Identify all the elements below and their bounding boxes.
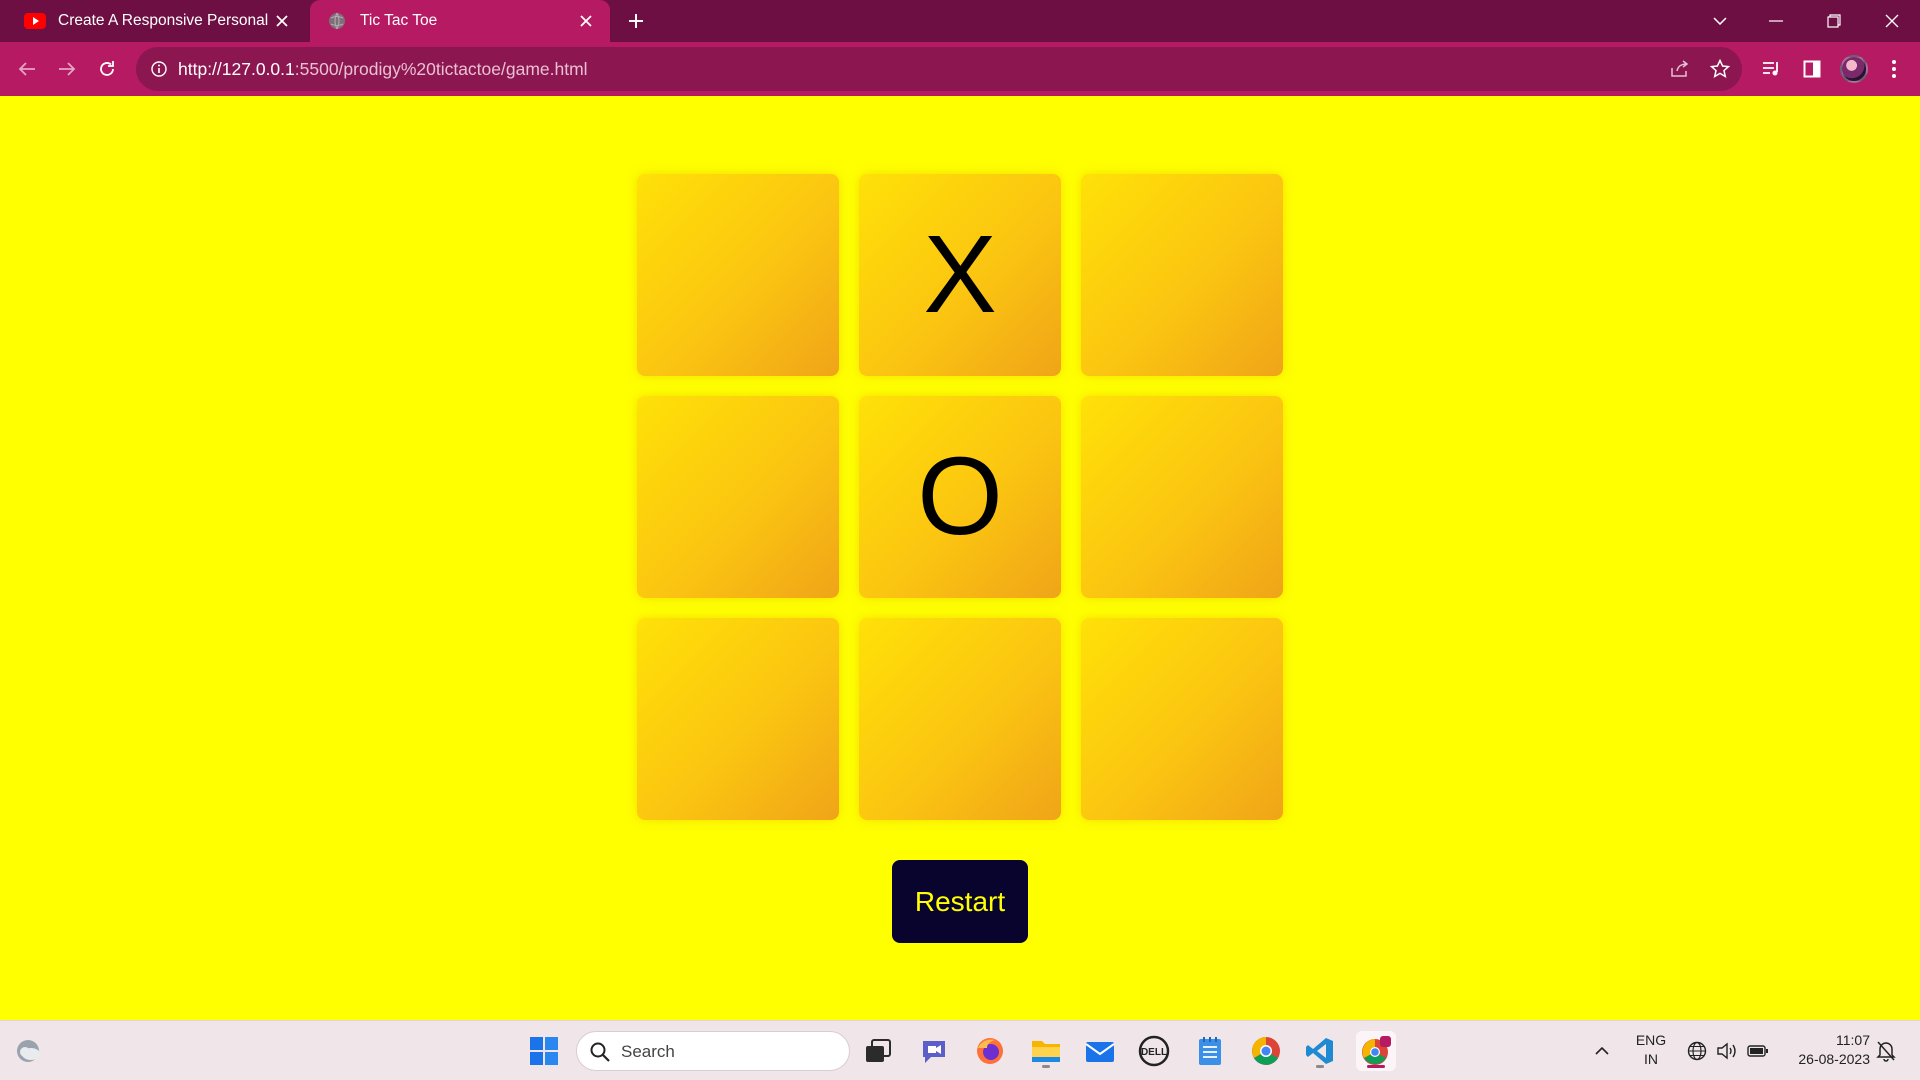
language-region: IN	[1644, 1051, 1658, 1067]
task-view-icon[interactable]	[858, 1031, 898, 1071]
show-hidden-icons-icon[interactable]	[1590, 1031, 1614, 1071]
reload-button[interactable]	[93, 55, 121, 83]
file-explorer-icon[interactable]	[1026, 1031, 1066, 1071]
running-indicator	[1367, 1065, 1385, 1068]
tab-search-button[interactable]	[1692, 0, 1748, 42]
clock-date: 26-08-2023	[1798, 1051, 1870, 1067]
mail-icon[interactable]	[1080, 1031, 1120, 1071]
running-indicator	[1316, 1065, 1324, 1068]
url-path: :5500/prodigy%20tictactoe/game.html	[294, 59, 588, 79]
side-panel-icon[interactable]	[1798, 55, 1826, 83]
board-cell-8[interactable]	[859, 618, 1061, 820]
vscode-icon[interactable]	[1300, 1031, 1340, 1071]
board-cell-2[interactable]: X	[859, 174, 1061, 376]
taskbar-clock[interactable]: 11:07 26-08-2023	[1780, 1031, 1870, 1069]
chat-icon[interactable]	[914, 1031, 954, 1071]
chrome-canary-icon[interactable]	[1356, 1031, 1396, 1071]
board-cell-1[interactable]	[637, 174, 839, 376]
bookmark-star-icon[interactable]	[1708, 57, 1732, 81]
close-window-button[interactable]	[1864, 0, 1920, 42]
close-tab-icon[interactable]	[272, 11, 292, 31]
plus-icon	[629, 14, 643, 28]
notepad-icon[interactable]	[1190, 1031, 1230, 1071]
close-icon	[1885, 14, 1899, 28]
reload-icon	[100, 61, 114, 76]
share-icon[interactable]	[1668, 57, 1692, 81]
browser-toolbar: http://127.0.0.1:5500/prodigy%20tictacto…	[0, 42, 1920, 96]
tab-youtube[interactable]: Create A Responsive Personal PO	[10, 0, 306, 42]
minimize-icon	[1769, 20, 1783, 22]
search-icon	[590, 1042, 610, 1062]
game-board: X O	[637, 174, 1283, 820]
taskbar: Search DELL ENG IN 11:07 26-08-2023	[0, 1020, 1920, 1080]
more-menu-icon[interactable]	[1880, 55, 1908, 83]
network-globe-icon[interactable]	[1686, 1031, 1708, 1071]
dell-icon[interactable]: DELL	[1134, 1031, 1174, 1071]
windows-start-icon[interactable]	[524, 1031, 564, 1071]
restart-button[interactable]: Restart	[892, 860, 1028, 943]
profile-avatar[interactable]	[1840, 55, 1868, 83]
notifications-bell-icon[interactable]	[1874, 1031, 1898, 1071]
tab-title: Tic Tac Toe	[360, 12, 438, 29]
youtube-icon	[24, 10, 46, 32]
board-cell-7[interactable]	[637, 618, 839, 820]
board-cell-4[interactable]	[637, 396, 839, 598]
tab-tic-tac-toe[interactable]: Tic Tac Toe	[310, 0, 610, 42]
language-indicator[interactable]: ENG IN	[1624, 1031, 1678, 1069]
game-page: X O Restart	[0, 96, 1920, 1020]
clock-time: 11:07	[1836, 1032, 1870, 1048]
arrow-left-icon	[18, 62, 35, 76]
chevron-down-icon	[1713, 17, 1727, 25]
restore-icon	[1827, 14, 1841, 28]
tab-strip: Create A Responsive Personal PO Tic Tac …	[0, 0, 1920, 42]
arrow-right-icon	[59, 62, 76, 76]
board-cell-5[interactable]: O	[859, 396, 1061, 598]
restore-button[interactable]	[1806, 0, 1862, 42]
close-tab-icon[interactable]	[576, 11, 596, 31]
board-cell-6[interactable]	[1081, 396, 1283, 598]
globe-icon	[326, 10, 348, 32]
url-text[interactable]: http://127.0.0.1:5500/prodigy%20tictacto…	[178, 59, 588, 80]
language-code: ENG	[1635, 1032, 1667, 1048]
url-host: http://127.0.0.1	[178, 59, 295, 79]
media-controls-icon[interactable]	[1758, 55, 1786, 83]
minimize-button[interactable]	[1748, 0, 1804, 42]
chrome-icon[interactable]	[1246, 1031, 1286, 1071]
svg-text:DELL: DELL	[1141, 1047, 1167, 1058]
board-cell-9[interactable]	[1081, 618, 1283, 820]
new-tab-button[interactable]	[622, 7, 650, 35]
volume-icon[interactable]	[1716, 1031, 1738, 1071]
forward-button[interactable]	[53, 55, 81, 83]
board-cell-3[interactable]	[1081, 174, 1283, 376]
address-bar[interactable]: http://127.0.0.1:5500/prodigy%20tictacto…	[136, 47, 1742, 91]
back-button[interactable]	[13, 55, 41, 83]
search-placeholder: Search	[621, 1042, 675, 1061]
firefox-icon[interactable]	[970, 1031, 1010, 1071]
tab-title: Create A Responsive Personal PO	[58, 12, 273, 29]
site-info-icon[interactable]	[148, 58, 170, 80]
taskbar-search-box[interactable]: Search	[576, 1031, 850, 1071]
battery-icon[interactable]	[1746, 1031, 1770, 1071]
running-indicator	[1042, 1065, 1050, 1068]
weather-widget-icon[interactable]	[12, 1035, 44, 1067]
